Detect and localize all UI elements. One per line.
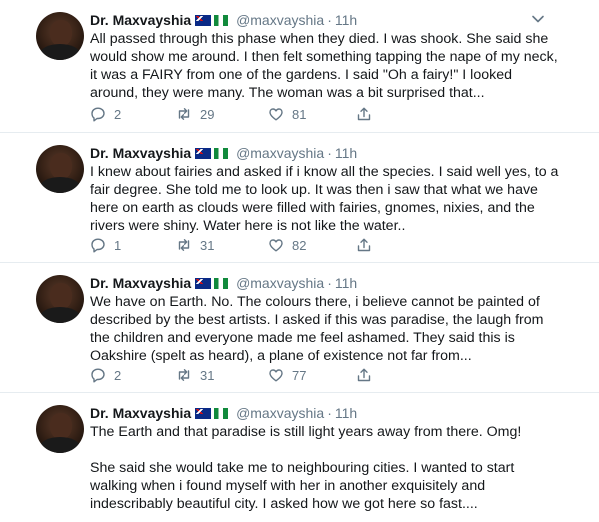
tweet-paragraph: The Earth and that paradise is still lig…	[90, 424, 522, 440]
chevron-down-icon[interactable]	[531, 12, 545, 26]
heart-icon	[269, 108, 283, 121]
separator-dot: ·	[327, 145, 332, 161]
reply-count: 2	[114, 367, 122, 383]
display-name[interactable]: Dr. Maxvayshia	[90, 405, 191, 421]
retweet-button[interactable]: 31	[176, 367, 214, 383]
timestamp[interactable]: 11h	[335, 145, 357, 161]
share-button[interactable]	[356, 367, 372, 383]
like-count: 77	[292, 367, 307, 383]
avatar[interactable]	[36, 275, 84, 323]
reply-icon	[91, 107, 105, 122]
retweet-icon	[178, 239, 190, 251]
tweet[interactable]: Dr. Maxvayshia @maxvayshia · 11h All passe…	[0, 0, 599, 133]
reply-count: 1	[114, 237, 122, 253]
tweet-actions: 2 29 81	[90, 106, 390, 126]
australia-flag-emoji	[195, 278, 212, 289]
like-count: 81	[292, 106, 307, 122]
share-icon	[357, 107, 371, 121]
tweet-header: Dr. Maxvayshia @maxvayshia · 11h	[90, 145, 529, 161]
display-name[interactable]: Dr. Maxvayshia	[90, 145, 191, 161]
tweet-header: Dr. Maxvayshia @maxvayshia · 11h	[90, 12, 529, 28]
reply-button[interactable]: 2	[90, 106, 121, 122]
avatar[interactable]	[36, 405, 84, 453]
nigeria-flag-emoji	[214, 408, 229, 419]
tweet-header: Dr. Maxvayshia @maxvayshia · 11h	[90, 275, 529, 291]
tweet-text: All passed through this phase when they …	[90, 30, 560, 102]
tweet[interactable]: Dr. Maxvayshia @maxvayshia · 11h The Earth…	[0, 393, 599, 522]
tweet-paragraph: I knew about fairies and asked if i know…	[90, 164, 559, 234]
nigeria-flag-emoji	[214, 278, 229, 289]
heart-icon	[269, 239, 283, 252]
tweet-paragraph: All passed through this phase when they …	[90, 31, 558, 101]
timestamp[interactable]: 11h	[335, 12, 357, 28]
display-name[interactable]: Dr. Maxvayshia	[90, 275, 191, 291]
timestamp[interactable]: 11h	[335, 275, 357, 291]
retweet-button[interactable]: 29	[176, 106, 214, 122]
australia-flag-emoji	[195, 15, 212, 26]
tweet-paragraph: We have on Earth. No. The colours there,…	[90, 294, 544, 364]
share-button[interactable]	[356, 106, 372, 122]
tweet[interactable]: Dr. Maxvayshia @maxvayshia · 11h We have o…	[0, 263, 599, 393]
retweet-button[interactable]: 31	[176, 237, 214, 253]
like-count: 82	[292, 237, 307, 253]
user-handle[interactable]: @maxvayshia	[236, 12, 324, 28]
like-button[interactable]: 77	[268, 367, 306, 383]
tweet-actions: 2 31 77	[90, 367, 390, 387]
retweet-icon	[178, 369, 190, 381]
reply-icon	[91, 368, 105, 383]
timestamp[interactable]: 11h	[335, 405, 357, 421]
like-button[interactable]: 81	[268, 106, 306, 122]
user-handle[interactable]: @maxvayshia	[236, 405, 324, 421]
tweet-actions: 1 31 82	[90, 237, 390, 257]
tweet[interactable]: Dr. Maxvayshia @maxvayshia · 11h I knew ab…	[0, 133, 599, 263]
like-button[interactable]: 82	[268, 237, 306, 253]
nigeria-flag-emoji	[214, 15, 229, 26]
retweet-count: 29	[200, 106, 215, 122]
user-handle[interactable]: @maxvayshia	[236, 145, 324, 161]
australia-flag-emoji	[195, 148, 212, 159]
reply-button[interactable]: 1	[90, 237, 121, 253]
share-icon	[357, 238, 371, 252]
separator-dot: ·	[327, 12, 332, 28]
retweet-count: 31	[200, 367, 215, 383]
heart-icon	[269, 369, 283, 382]
tweet-text: The Earth and that paradise is still lig…	[90, 423, 560, 513]
share-icon	[357, 368, 371, 382]
avatar[interactable]	[36, 145, 84, 193]
display-name[interactable]: Dr. Maxvayshia	[90, 12, 191, 28]
tweet-header: Dr. Maxvayshia @maxvayshia · 11h	[90, 405, 529, 421]
tweet-paragraph: She said she would take me to neighbouri…	[90, 460, 515, 512]
nigeria-flag-emoji	[214, 148, 229, 159]
tweet-thread: Dr. Maxvayshia @maxvayshia · 11h All passe…	[0, 0, 599, 522]
reply-button[interactable]: 2	[90, 367, 121, 383]
reply-icon	[91, 238, 105, 253]
retweet-icon	[178, 108, 190, 120]
separator-dot: ·	[327, 275, 332, 291]
share-button[interactable]	[356, 237, 372, 253]
australia-flag-emoji	[195, 408, 212, 419]
tweet-text: We have on Earth. No. The colours there,…	[90, 293, 560, 365]
reply-count: 2	[114, 106, 122, 122]
retweet-count: 31	[200, 237, 215, 253]
separator-dot: ·	[327, 405, 332, 421]
tweet-text: I knew about fairies and asked if i know…	[90, 163, 560, 235]
avatar[interactable]	[36, 12, 84, 60]
user-handle[interactable]: @maxvayshia	[236, 275, 324, 291]
